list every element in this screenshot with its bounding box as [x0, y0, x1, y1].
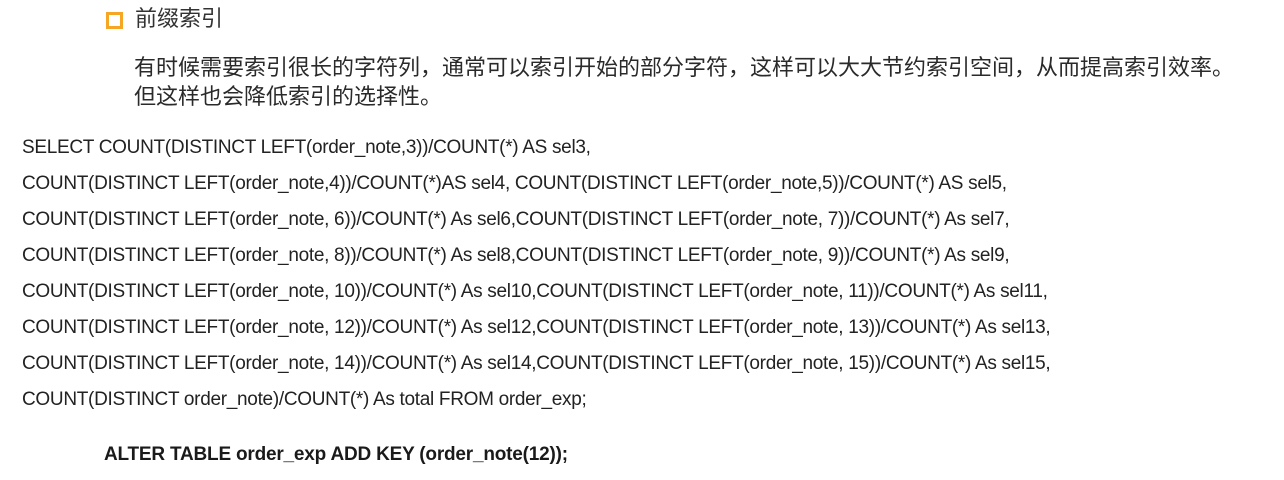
sql-line: COUNT(DISTINCT LEFT(order_note, 8))/COUN… — [22, 245, 1010, 266]
sql-line: COUNT(DISTINCT order_note)/COUNT(*) As t… — [22, 389, 587, 410]
alter-table-statement: ALTER TABLE order_exp ADD KEY (order_not… — [104, 444, 568, 465]
sql-line: COUNT(DISTINCT LEFT(order_note, 10))/COU… — [22, 281, 1048, 302]
sql-line: COUNT(DISTINCT LEFT(order_note, 12))/COU… — [22, 317, 1051, 338]
sql-line: SELECT COUNT(DISTINCT LEFT(order_note,3)… — [22, 137, 591, 158]
sql-line: COUNT(DISTINCT LEFT(order_note, 14))/COU… — [22, 353, 1051, 374]
sql-line: COUNT(DISTINCT LEFT(order_note,4))/COUNT… — [22, 173, 1007, 194]
square-bullet-icon — [106, 11, 123, 29]
sql-code-block: SELECT COUNT(DISTINCT LEFT(order_note,3)… — [22, 130, 1282, 418]
section-description: 有时候需要索引很长的字符列，通常可以索引开始的部分字符，这样可以大大节约索引空间… — [134, 56, 1235, 110]
section-heading: 前缀索引 — [106, 6, 223, 34]
sql-line: COUNT(DISTINCT LEFT(order_note, 6))/COUN… — [22, 209, 1010, 230]
section-title: 前缀索引 — [135, 7, 224, 32]
